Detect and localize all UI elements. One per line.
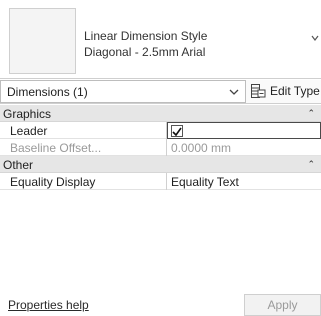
property-row-leader: Leader [0,122,321,139]
family-name: Linear Dimension Style [84,29,208,43]
double-chevron-up-icon[interactable]: ⌃ [307,108,315,119]
property-value-baseline-offset: 0.0000 mm [171,141,232,155]
type-name: Linear Dimension Style Diagonal - 2.5mm … [84,28,207,60]
group-label: Graphics [3,107,52,121]
checkmark-icon [172,127,182,137]
type-preview-thumbnail [9,8,76,74]
leader-checkbox[interactable] [171,125,183,137]
property-value-equality-display[interactable]: Equality Text [171,175,239,189]
properties-help-link[interactable]: Properties help [8,298,89,312]
group-label: Other [3,158,34,172]
double-chevron-up-icon[interactable]: ⌃ [307,159,315,170]
property-name: Baseline Offset... [10,141,102,155]
group-header-other[interactable]: Other ⌃ [0,156,321,173]
apply-button[interactable]: Apply [244,294,321,316]
property-name: Equality Display [10,175,96,189]
type-selector[interactable]: Linear Dimension Style Diagonal - 2.5mm … [0,0,321,79]
edit-type-icon [251,84,266,98]
property-row-baseline-offset: Baseline Offset... 0.0000 mm [0,139,321,156]
chevron-down-icon[interactable] [311,34,319,42]
column-divider [166,139,167,156]
category-filter-bar: Dimensions (1) Edit Type [0,80,321,104]
properties-grid: Graphics ⌃ Leader Baseline Offset... 0.0… [0,105,321,190]
property-value-leader[interactable] [167,122,321,139]
category-filter-dropdown[interactable]: Dimensions (1) [0,80,246,103]
group-header-graphics[interactable]: Graphics ⌃ [0,105,321,122]
type-name-label: Diagonal - 2.5mm Arial [84,45,206,59]
edit-type-button[interactable]: Edit Type [250,80,321,103]
properties-footer: Properties help Apply [0,294,321,316]
edit-type-label: Edit Type [270,84,320,98]
column-divider [166,173,167,190]
property-row-equality-display: Equality Display Equality Text [0,173,321,190]
category-filter-value: Dimensions (1) [7,85,88,99]
property-name: Leader [10,124,48,138]
chevron-down-icon[interactable] [229,88,239,96]
